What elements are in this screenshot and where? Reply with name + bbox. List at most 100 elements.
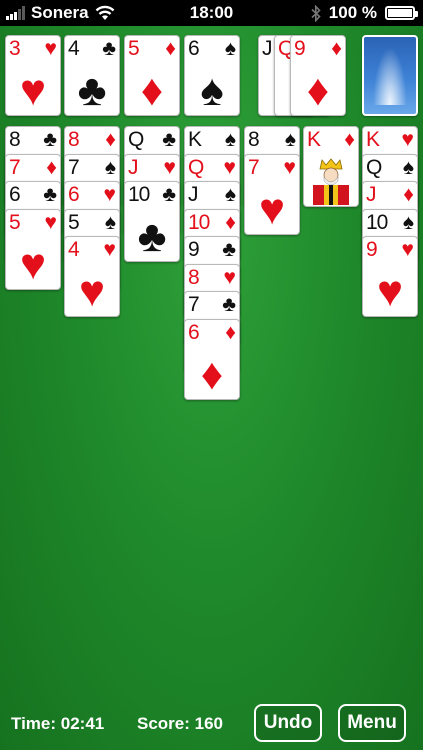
card-suit-icon: ♠ (284, 128, 296, 151)
card-rank: 4 (68, 238, 80, 261)
card-rank: Q (188, 155, 204, 179)
card-rank: 8 (188, 265, 200, 289)
foundation-card[interactable]: 4 ♣ ♣ (64, 35, 120, 116)
card-rank: Q (128, 128, 144, 151)
card-pip-icon: ♥ (19, 66, 47, 115)
status-bar: Sonera 18:00 100 % (0, 0, 423, 26)
card-rank: 8 (9, 128, 21, 151)
card-suit-icon: ♥ (283, 155, 296, 179)
tableau-card[interactable]: 4 ♥ ♥ (64, 236, 120, 317)
card-suit-icon: ♠ (224, 37, 236, 60)
card-rank: K (307, 128, 321, 151)
time-display: Time: 02:41 (11, 714, 105, 733)
card-suit-icon: ♥ (44, 37, 57, 60)
card-rank: 7 (9, 155, 21, 179)
card-suit-icon: ♦ (331, 37, 342, 60)
card-suit-icon: ♠ (402, 155, 414, 179)
card-suit-icon: ♥ (401, 238, 414, 261)
card-rank: J (262, 37, 272, 60)
card-suit-icon: ♦ (225, 210, 236, 234)
card-pip-icon: ♦ (140, 66, 164, 115)
card-pip-icon: ♣ (137, 212, 167, 261)
status-right: 100 % (311, 3, 418, 23)
card-suit-icon: ♦ (105, 128, 116, 151)
tableau-card[interactable]: 5 ♥ ♥ (5, 208, 61, 290)
card-rank: 7 (248, 155, 260, 179)
card-pip-icon: ♥ (19, 239, 47, 289)
waste-card[interactable]: 9 ♦ ♦ (290, 35, 346, 116)
card-pip-icon: ♦ (200, 349, 224, 399)
card-rank: 8 (68, 128, 80, 151)
card-suit-icon: ♣ (43, 183, 57, 206)
card-suit-icon: ♣ (162, 183, 176, 206)
card-suit-icon: ♦ (225, 320, 236, 344)
card-rank: 3 (9, 37, 21, 60)
card-suit-icon: ♣ (43, 128, 57, 151)
card-rank: 9 (294, 37, 306, 60)
card-suit-icon: ♣ (222, 293, 236, 316)
card-suit-icon: ♥ (223, 155, 236, 179)
card-suit-icon: ♥ (103, 183, 116, 206)
bluetooth-icon (311, 4, 321, 22)
card-rank: Q (366, 155, 382, 179)
card-suit-icon: ♦ (46, 155, 57, 179)
card-suit-icon: ♠ (104, 155, 116, 179)
card-rank: 10 (128, 183, 150, 206)
card-rank: K (366, 128, 380, 151)
card-rank: 5 (128, 37, 140, 60)
card-suit-icon: ♠ (104, 210, 116, 234)
card-rank: 6 (188, 37, 200, 60)
undo-button[interactable]: Undo (254, 704, 322, 742)
foundation-card[interactable]: 6 ♠ ♠ (184, 35, 240, 116)
card-pip-icon: ♥ (258, 184, 286, 234)
card-rank: 6 (68, 183, 80, 206)
card-rank: 4 (68, 37, 80, 60)
tableau-card[interactable]: 9 ♥ ♥ (362, 236, 418, 317)
card-rank: J (188, 183, 198, 206)
tableau-card[interactable]: 10 ♣ ♣ (124, 181, 180, 262)
card-rank: 7 (68, 155, 80, 179)
card-suit-icon: ♠ (402, 210, 414, 234)
card-rank: 7 (188, 293, 200, 316)
foundation-card[interactable]: 5 ♦ ♦ (124, 35, 180, 116)
tableau-card[interactable]: K ♦ (303, 126, 359, 207)
card-suit-icon: ♦ (344, 128, 355, 151)
card-pip-icon: ♦ (306, 66, 330, 115)
card-suit-icon: ♣ (222, 238, 236, 261)
menu-button[interactable]: Menu (338, 704, 406, 742)
card-rank: 6 (188, 320, 200, 344)
card-suit-icon: ♦ (165, 37, 176, 60)
card-rank: 5 (9, 210, 21, 234)
card-back-icon (373, 47, 407, 105)
battery-percent: 100 % (328, 3, 377, 22)
card-suit-icon: ♦ (403, 183, 414, 206)
card-rank: 10 (366, 210, 388, 234)
card-suit-icon: ♣ (162, 128, 176, 151)
battery-icon (385, 6, 418, 20)
card-rank: 5 (68, 210, 80, 234)
card-suit-icon: ♣ (102, 37, 116, 60)
card-rank: 9 (366, 238, 378, 261)
card-rank: 10 (188, 210, 210, 234)
card-suit-icon: ♥ (223, 265, 236, 289)
tableau-card[interactable]: 7 ♥ ♥ (244, 153, 300, 235)
foundation-card[interactable]: 3 ♥ ♥ (5, 35, 61, 116)
tableau-card[interactable]: 6 ♦ ♦ (184, 318, 240, 400)
card-suit-icon: ♥ (401, 128, 414, 151)
card-pip-icon: ♣ (77, 66, 107, 115)
card-suit-icon: ♥ (44, 210, 57, 234)
card-pip-icon: ♠ (200, 66, 224, 115)
card-suit-icon: ♠ (224, 128, 236, 151)
card-rank: J (128, 155, 138, 179)
card-pip-icon: ♥ (376, 267, 404, 316)
stock-pile[interactable] (362, 35, 418, 116)
card-suit-icon: ♥ (163, 155, 176, 179)
score-display: Score: 160 (137, 714, 223, 733)
card-suit-icon: ♠ (224, 183, 236, 206)
card-rank: K (188, 128, 202, 151)
king-figure-icon (313, 158, 349, 205)
card-rank: 8 (248, 128, 260, 151)
card-rank: 6 (9, 183, 21, 206)
card-suit-icon: ♥ (103, 238, 116, 261)
card-rank: 9 (188, 238, 200, 261)
